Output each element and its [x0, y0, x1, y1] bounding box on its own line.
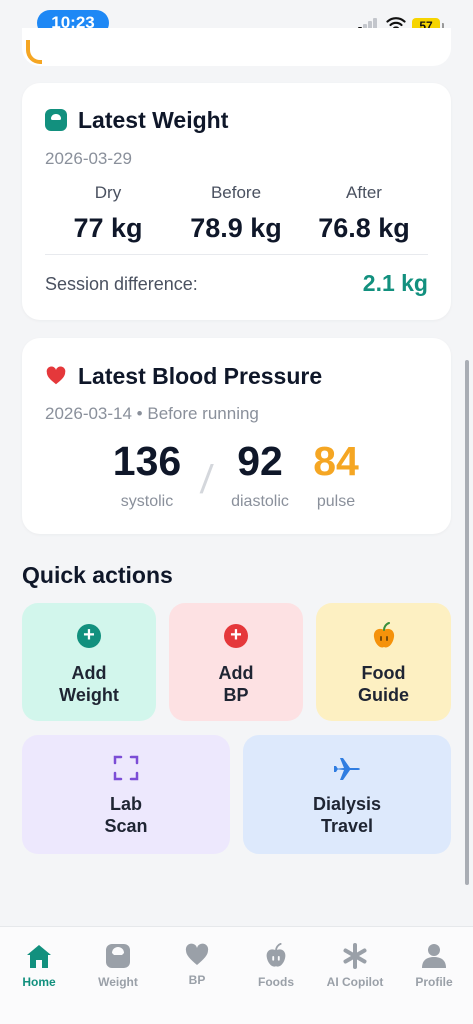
- dialysis-travel-button[interactable]: Dialysis Travel: [243, 735, 451, 854]
- previous-card: [22, 28, 451, 66]
- diastolic-label: diastolic: [231, 493, 289, 510]
- airplane-icon: [334, 758, 360, 780]
- tab-ai-copilot-label: AI Copilot: [326, 975, 384, 989]
- session-difference-value: 2.1 kg: [362, 270, 428, 296]
- after-weight-label: After: [346, 183, 382, 202]
- progress-arc-icon: [26, 40, 42, 64]
- pulse-label: pulse: [316, 493, 356, 510]
- apple-icon: [266, 943, 286, 967]
- bp-separator: /: [198, 458, 215, 502]
- session-difference-label: Session difference:: [45, 274, 198, 294]
- tab-bar: Home Weight BP Foods AI Copilot Profile: [0, 926, 473, 1024]
- tab-foods[interactable]: Foods: [237, 943, 315, 989]
- before-weight-value: 78.9 kg: [190, 213, 282, 243]
- systolic-value: 136: [112, 438, 182, 484]
- heart-icon: [46, 366, 66, 385]
- add-weight-label: Add Weight: [59, 663, 119, 705]
- scale-icon: [106, 944, 130, 968]
- weight-date: 2026-03-29: [45, 149, 132, 168]
- bp-card-title: Latest Blood Pressure: [78, 363, 323, 389]
- dry-weight: Dry 77 kg: [38, 183, 178, 244]
- before-weight: Before 78.9 kg: [166, 183, 306, 244]
- tab-profile-label: Profile: [415, 975, 453, 989]
- tab-home[interactable]: Home: [0, 943, 78, 989]
- tab-profile[interactable]: Profile: [395, 943, 473, 989]
- pulse-value: 84: [313, 438, 359, 484]
- scale-icon: [45, 109, 67, 131]
- add-bp-button[interactable]: + Add BP: [169, 603, 303, 721]
- add-weight-button[interactable]: + Add Weight: [22, 603, 156, 721]
- scrollbar[interactable]: [465, 360, 469, 885]
- dry-weight-label: Dry: [94, 183, 122, 202]
- lab-scan-label: Lab Scan: [104, 794, 148, 836]
- divider: [45, 254, 428, 255]
- tab-weight[interactable]: Weight: [79, 943, 157, 989]
- person-icon: [422, 944, 446, 968]
- after-weight-value: 76.8 kg: [318, 213, 410, 243]
- plus-circle-icon: +: [224, 624, 248, 648]
- plus-circle-icon: +: [77, 624, 101, 648]
- after-weight: After 76.8 kg: [294, 183, 434, 244]
- before-weight-label: Before: [210, 183, 262, 202]
- dry-weight-value: 77 kg: [73, 213, 143, 243]
- scan-icon: [113, 755, 139, 781]
- dialysis-travel-label: Dialysis Travel: [312, 794, 382, 836]
- weight-card-title: Latest Weight: [78, 107, 229, 133]
- heart-icon: [185, 943, 209, 965]
- tab-bp-label: BP: [188, 973, 206, 987]
- tab-weight-label: Weight: [98, 975, 138, 989]
- lab-scan-button[interactable]: Lab Scan: [22, 735, 230, 854]
- quick-actions-title: Quick actions: [22, 562, 173, 588]
- add-bp-label: Add BP: [218, 663, 254, 705]
- food-guide-label: Food Guide: [357, 663, 409, 705]
- diastolic-value: 92: [237, 438, 283, 484]
- sparkle-icon: [343, 943, 367, 969]
- apple-icon: [373, 622, 394, 648]
- tab-foods-label: Foods: [258, 975, 294, 989]
- tab-bp[interactable]: BP: [158, 943, 236, 987]
- bp-date-line: 2026-03-14 • Before running: [45, 404, 259, 423]
- food-guide-button[interactable]: Food Guide: [316, 603, 451, 721]
- latest-bp-card[interactable]: Latest Blood Pressure 2026-03-14 • Befor…: [22, 338, 451, 534]
- tab-ai-copilot[interactable]: AI Copilot: [316, 943, 394, 989]
- latest-weight-card[interactable]: Latest Weight 2026-03-29 Dry 77 kg Befor…: [22, 83, 451, 320]
- systolic-label: systolic: [120, 493, 174, 510]
- home-icon: [27, 945, 51, 968]
- tab-home-label: Home: [22, 975, 56, 989]
